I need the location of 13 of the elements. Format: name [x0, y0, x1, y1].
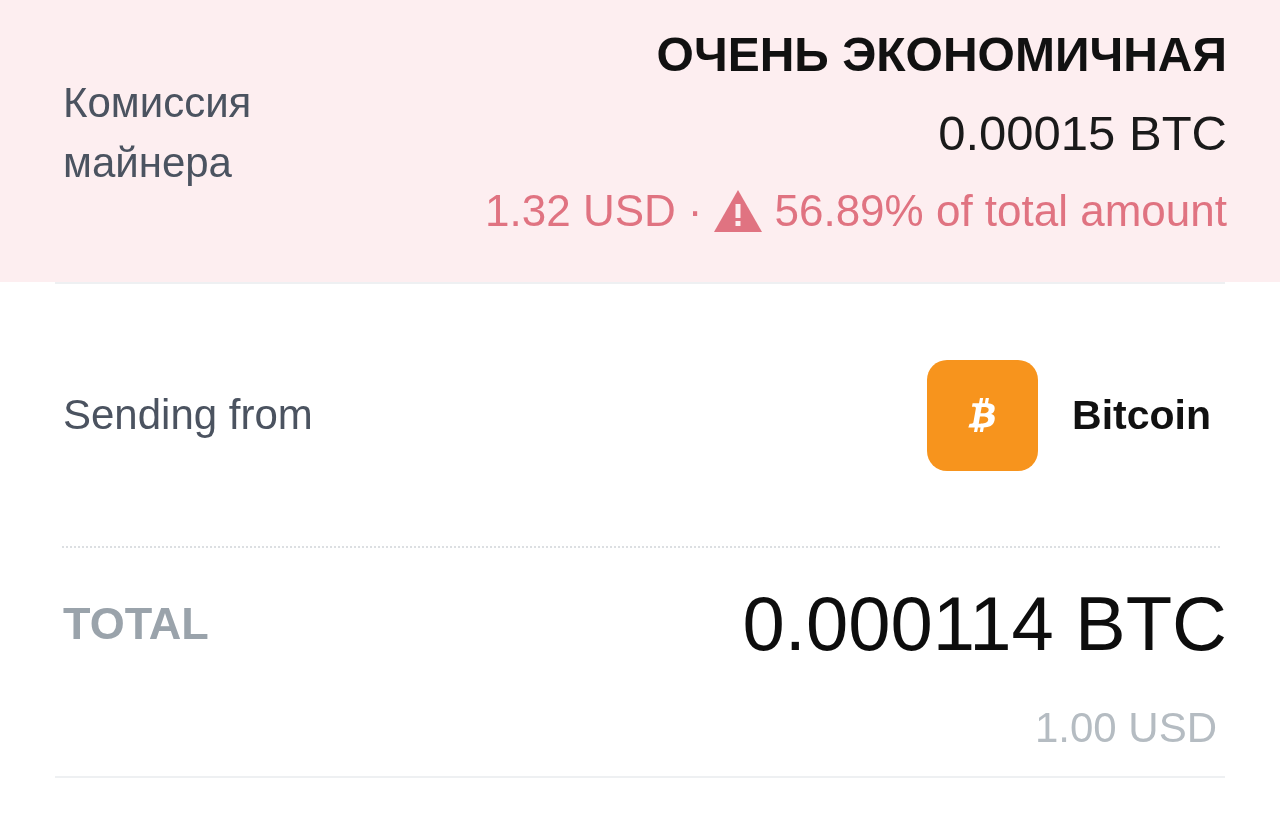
- separator-dot: ·: [687, 185, 703, 237]
- warning-icon: [714, 190, 763, 232]
- fee-amount: 0.00015 BTC: [938, 105, 1227, 162]
- total-label: TOTAL: [63, 598, 209, 650]
- bitcoin-icon: [927, 359, 1039, 471]
- fee-speed: ОЧЕНЬ ЭКОНОМИЧНАЯ: [656, 27, 1227, 83]
- wallet-name: Bitcoin: [1072, 391, 1211, 439]
- fee-share-text: 56.89% of total amount: [774, 185, 1227, 237]
- total-amount: 0.000114 BTC: [742, 584, 1227, 664]
- fee-fiat: 1.32 USD: [485, 185, 676, 237]
- miner-fee-label: Комиссия майнера: [63, 78, 253, 188]
- sending-from-label: Sending from: [63, 390, 313, 440]
- total-fiat: 1.00 USD: [1034, 704, 1217, 752]
